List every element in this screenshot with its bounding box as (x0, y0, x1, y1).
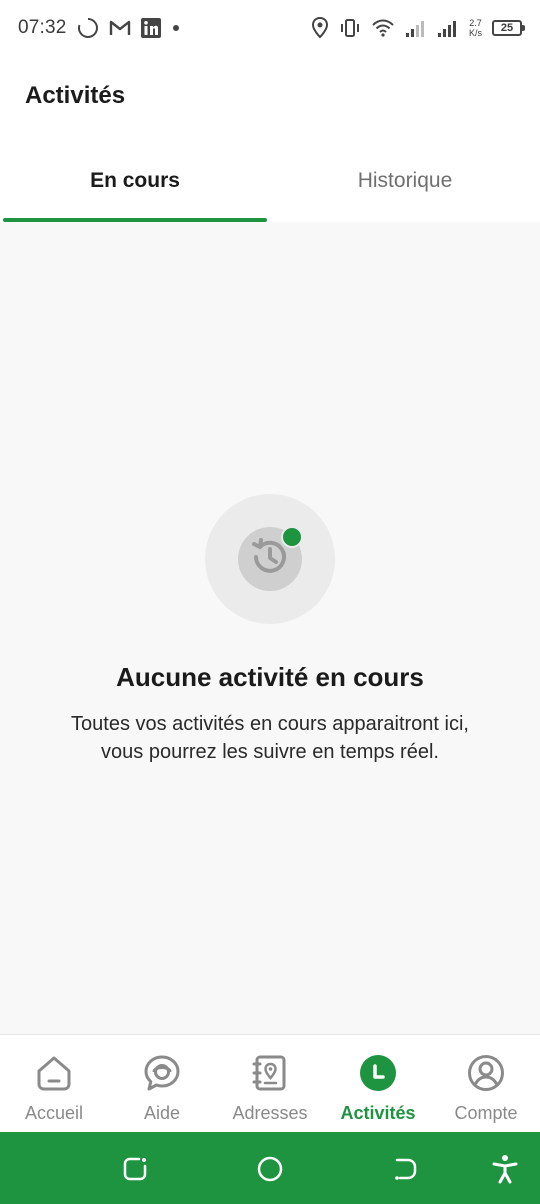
gmail-icon (109, 19, 131, 37)
status-time: 07:32 (18, 17, 67, 38)
status-right: 2.7 K/s 25 (311, 17, 525, 39)
nav-label-compte: Compte (454, 1103, 518, 1123)
bottom-nav: Accueil Aide Adresses Activités Compte (0, 1034, 540, 1132)
page-title: Activités (25, 82, 126, 109)
status-bar: 07:32 2.7 K/s 25 (0, 0, 540, 56)
notification-dot-icon (171, 23, 181, 33)
empty-state-description: Toutes vos activités en cours apparaitro… (30, 710, 510, 766)
address-book-icon (250, 1053, 290, 1093)
chat-help-icon (142, 1053, 182, 1093)
tab-en-cours[interactable]: En cours (0, 140, 270, 222)
empty-state-description-line1: Toutes vos activités en cours apparaitro… (71, 713, 469, 735)
vibrate-icon (339, 17, 361, 39)
network-speed-value: 2.7 (469, 18, 482, 28)
nav-label-activites: Activités (340, 1103, 416, 1123)
nav-item-aide[interactable]: Aide (108, 1035, 216, 1132)
header: Activités (0, 56, 540, 140)
content-area: Aucune activité en cours Toutes vos acti… (0, 222, 540, 1034)
empty-state-illustration (205, 494, 335, 624)
location-icon (311, 17, 329, 39)
status-dot-icon (281, 526, 303, 548)
network-speed-unit: K/s (468, 28, 482, 38)
signal-icon-2 (437, 18, 459, 38)
recent-apps-icon[interactable] (120, 1154, 150, 1184)
home-button-icon[interactable] (255, 1154, 285, 1184)
nav-item-compte[interactable]: Compte (432, 1035, 540, 1132)
status-left: 07:32 (18, 17, 181, 39)
home-icon (34, 1053, 74, 1093)
system-nav-bar (0, 1132, 540, 1204)
battery-icon: 25 (492, 20, 525, 36)
activity-clock-icon (358, 1053, 398, 1093)
back-icon[interactable] (390, 1154, 420, 1184)
nav-label-accueil: Accueil (24, 1103, 84, 1123)
tab-historique[interactable]: Historique (270, 140, 540, 222)
nav-item-accueil[interactable]: Accueil (0, 1035, 108, 1132)
empty-state-title: Aucune activité en cours (116, 662, 424, 692)
tab-bar: En cours Historique (0, 140, 540, 222)
network-speed: 2.7 K/s (469, 18, 482, 38)
empty-state-description-line2: vous pourrez les suivre en temps réel. (101, 741, 439, 763)
nav-item-activites[interactable]: Activités (324, 1035, 432, 1132)
linkedin-icon (140, 18, 161, 38)
account-icon (466, 1053, 506, 1093)
wifi-icon (371, 18, 395, 38)
nav-label-adresses: Adresses (232, 1103, 308, 1123)
loading-circle-icon (77, 17, 99, 39)
nav-item-adresses[interactable]: Adresses (216, 1035, 324, 1132)
accessibility-icon[interactable] (490, 1154, 520, 1184)
signal-icon-1 (405, 18, 427, 38)
nav-label-aide: Aide (143, 1103, 181, 1123)
battery-level: 25 (500, 22, 514, 34)
